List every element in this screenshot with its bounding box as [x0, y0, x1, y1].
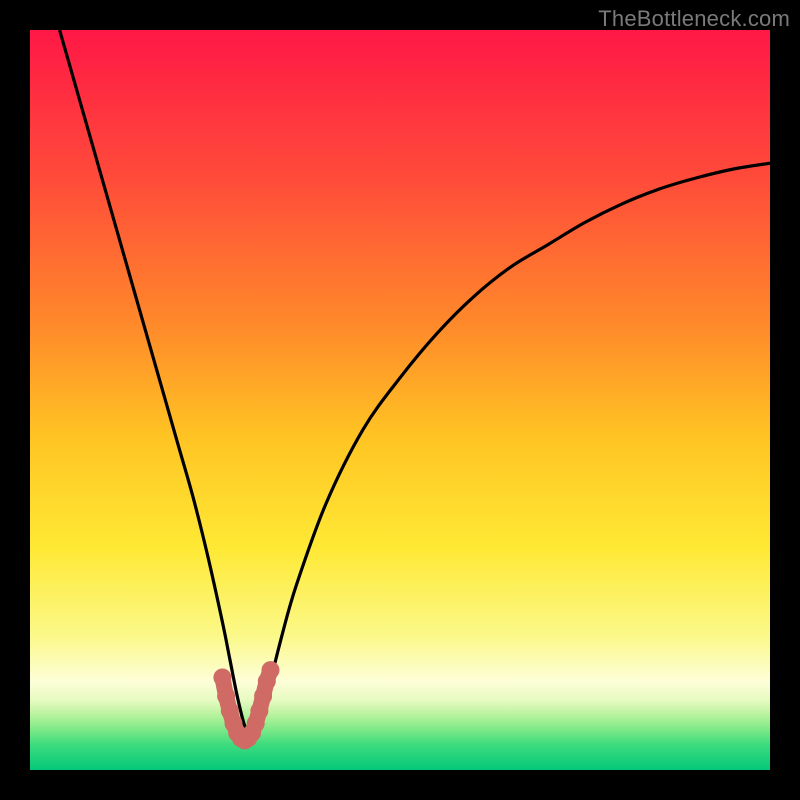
watermark-text: TheBottleneck.com — [598, 6, 790, 32]
optimal-range-point — [213, 669, 231, 687]
optimal-range-point — [262, 661, 280, 679]
bottleneck-chart — [30, 30, 770, 770]
chart-frame — [30, 30, 770, 770]
gradient-background — [30, 30, 770, 770]
